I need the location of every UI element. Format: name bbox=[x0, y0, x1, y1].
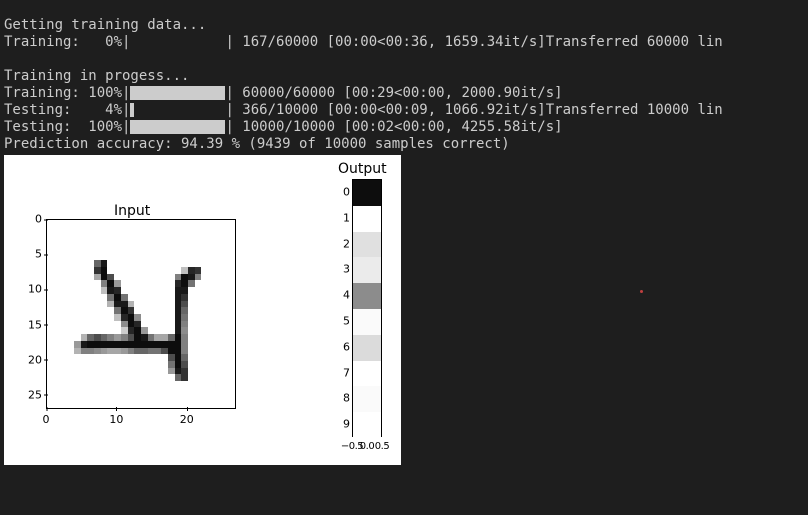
terminal-line: Getting training data... bbox=[4, 17, 206, 33]
output-xtick-label: 0.5 bbox=[375, 441, 389, 452]
progress-bar bbox=[130, 86, 225, 100]
input-plot-title: Input bbox=[114, 203, 150, 219]
output-plot-title: Output bbox=[338, 161, 387, 177]
output-ytick-label: 8 bbox=[336, 392, 350, 405]
terminal-line: Testing: 100%|| 10000/10000 [00:02<00:00… bbox=[4, 119, 563, 135]
output-ytick-label: 5 bbox=[336, 314, 350, 327]
output-class-cell bbox=[353, 257, 381, 283]
terminal-line: Training: 100%|| 60000/60000 [00:29<00:0… bbox=[4, 85, 563, 101]
output-ytick-label: 6 bbox=[336, 340, 350, 353]
ytick-label: 10 bbox=[22, 283, 42, 296]
output-ytick-label: 0 bbox=[336, 185, 350, 198]
terminal-line: Testing: 4%|| 366/10000 [00:00<00:09, 10… bbox=[4, 102, 723, 118]
output-ytick-label: 4 bbox=[336, 289, 350, 302]
output-xtick-label: 0.0 bbox=[360, 441, 374, 452]
output-ytick-label: 1 bbox=[336, 211, 350, 224]
output-ytick-label: 7 bbox=[336, 366, 350, 379]
output-class-cell bbox=[353, 335, 381, 361]
output-ytick-label: 9 bbox=[336, 418, 350, 431]
output-class-cell bbox=[353, 232, 381, 258]
progress-bar bbox=[130, 103, 225, 117]
output-class-cell bbox=[353, 412, 381, 438]
ytick-label: 20 bbox=[22, 353, 42, 366]
output-class-cell bbox=[353, 361, 381, 387]
output-class-cell bbox=[353, 309, 381, 335]
output-class-cell bbox=[353, 206, 381, 232]
output-class-cell bbox=[353, 386, 381, 412]
cursor-indicator bbox=[640, 290, 643, 293]
terminal-line: Training: 0%|| 167/60000 [00:00<00:36, 1… bbox=[4, 34, 723, 50]
ytick-label: 5 bbox=[22, 248, 42, 261]
progress-bar bbox=[130, 35, 225, 49]
terminal-output: Getting training data... Training: 0%|| … bbox=[0, 0, 808, 153]
progress-bar bbox=[130, 120, 225, 134]
ytick-label: 0 bbox=[22, 213, 42, 226]
output-ytick-label: 3 bbox=[336, 263, 350, 276]
input-heatmap bbox=[46, 219, 236, 409]
output-heatmap bbox=[352, 179, 382, 437]
xtick-label: 10 bbox=[109, 413, 123, 426]
terminal-line: Prediction accuracy: 94.39 % (9439 of 10… bbox=[4, 136, 510, 152]
ytick-label: 25 bbox=[22, 388, 42, 401]
ytick-label: 15 bbox=[22, 318, 42, 331]
matplotlib-figure: Input 0 5 10 15 20 25 0 10 20 Output 0 1 2 3 4 5 6 7 8 9… bbox=[4, 155, 401, 465]
xtick-label: 0 bbox=[43, 413, 50, 426]
output-class-cell bbox=[353, 180, 381, 206]
xtick-label: 20 bbox=[180, 413, 194, 426]
terminal-line: Training in progess... bbox=[4, 68, 189, 84]
output-class-cell bbox=[353, 283, 381, 309]
output-ytick-label: 2 bbox=[336, 237, 350, 250]
